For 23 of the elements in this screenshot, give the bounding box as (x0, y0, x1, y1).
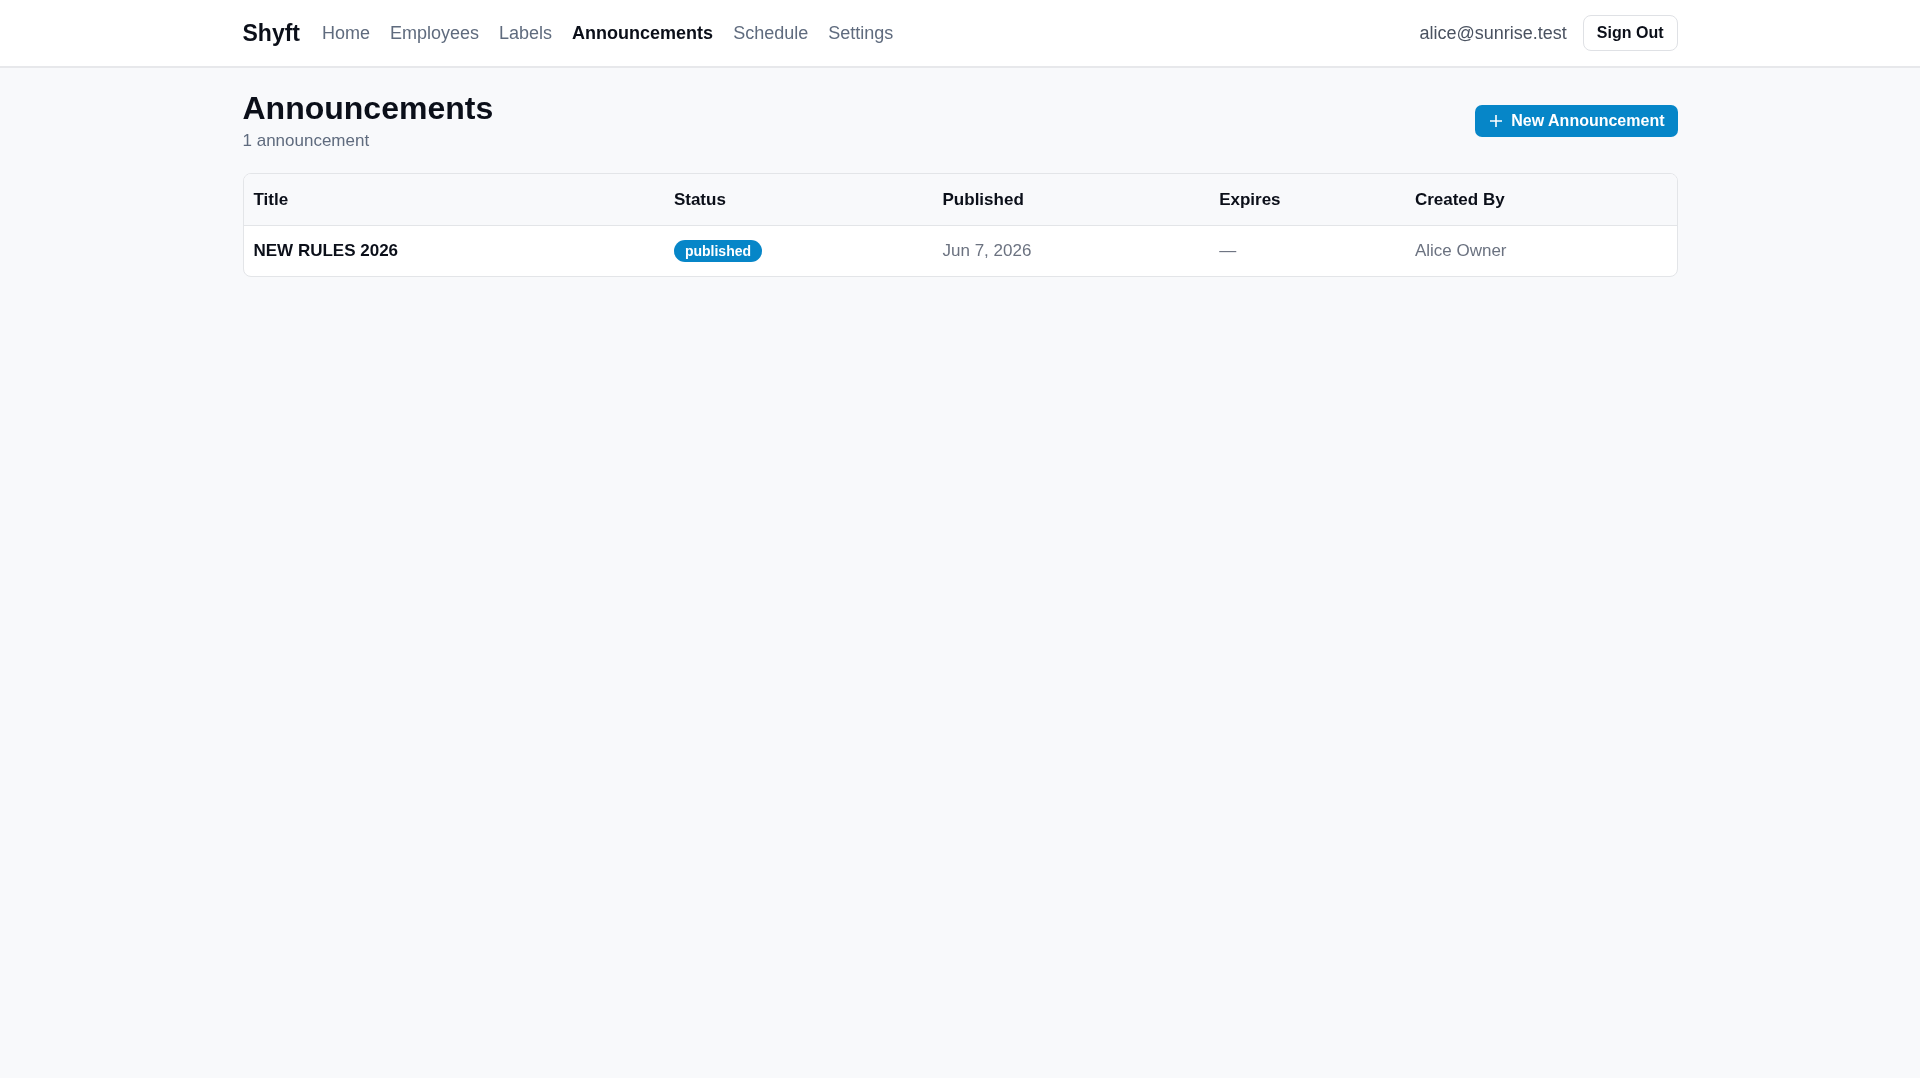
table-cell: — (1219, 241, 1237, 260)
table-cell[interactable]: NEW RULES 2026 (253, 241, 399, 260)
announcement-count: 1 announcement (242, 131, 371, 151)
column-header: Title (253, 189, 289, 209)
column-header: Published (942, 189, 1024, 209)
new-announcement-button[interactable]: New Announcement (1475, 104, 1678, 137)
nav-link[interactable]: Home (312, 22, 380, 44)
table-cell: Jun 7, 2026 (942, 241, 1032, 260)
page-title: Announcements (242, 90, 494, 127)
column-header: Status (673, 189, 726, 209)
plus-icon (1489, 113, 1504, 128)
brand-logo[interactable]: Shyft (242, 19, 300, 47)
column-header: Created By (1414, 189, 1505, 209)
column-header: Expires (1219, 189, 1281, 209)
nav-link[interactable]: Announcements (562, 22, 724, 44)
user-email: alice@sunrise.test (1419, 22, 1567, 44)
status-badge: published (673, 240, 763, 262)
table-cell: Alice Owner (1414, 241, 1507, 260)
nav-link[interactable]: Settings (818, 22, 904, 44)
sign-out-button[interactable]: Sign Out (1582, 15, 1678, 51)
nav-link[interactable]: Employees (380, 22, 490, 44)
nav-link[interactable]: Schedule (723, 22, 819, 44)
nav-link[interactable]: Labels (489, 22, 563, 44)
